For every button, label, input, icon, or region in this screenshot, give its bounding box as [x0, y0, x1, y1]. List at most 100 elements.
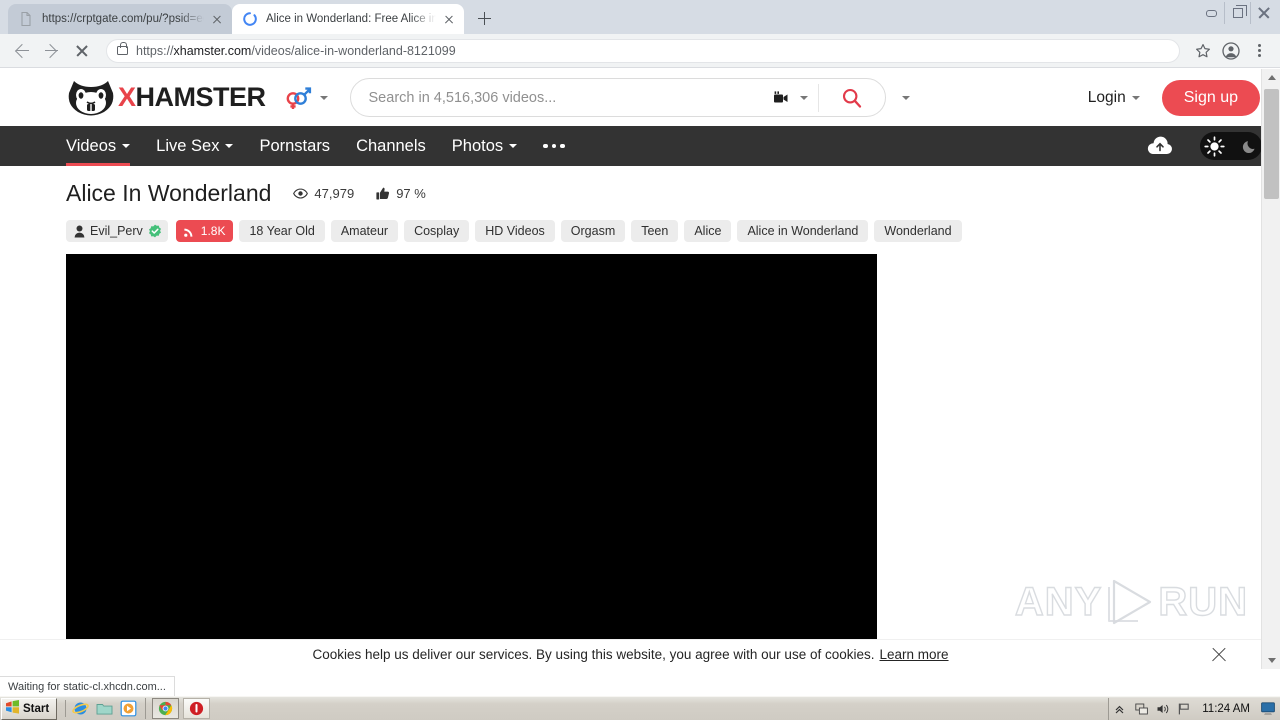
nav-item-pornstars[interactable]: Pornstars — [259, 126, 330, 166]
watermark-left-text: ANY — [1014, 579, 1103, 624]
search-icon — [842, 88, 861, 108]
browser-tab-2[interactable]: Alice in Wonderland: Free Alice in Wo — [232, 4, 464, 34]
close-button[interactable] — [1250, 2, 1276, 24]
internet-explorer-icon[interactable] — [72, 700, 90, 717]
search-box[interactable]: Search in 4,516,306 videos... — [349, 78, 886, 117]
search-submit-button[interactable] — [819, 87, 885, 109]
person-icon — [74, 225, 85, 238]
theme-toggle[interactable] — [1200, 132, 1262, 160]
nav-item-photos[interactable]: Photos — [451, 126, 518, 166]
page-title: Alice In Wonderland — [66, 180, 272, 206]
nav-label: Videos — [66, 136, 117, 155]
tag-chip[interactable]: Amateur — [330, 220, 399, 242]
brand-name: XHAMSTER — [118, 82, 266, 112]
tab-title: Alice in Wonderland: Free Alice in Wo — [266, 13, 436, 25]
chevron-down-icon[interactable] — [1131, 95, 1140, 100]
search-input[interactable]: Search in 4,516,306 videos... — [351, 90, 772, 106]
sun-icon[interactable] — [1204, 135, 1225, 157]
folder-icon[interactable] — [96, 700, 113, 717]
browser-toolbar: https://xhamster.com/videos/alice-in-won… — [0, 34, 1280, 68]
play-triangle-icon — [1104, 577, 1156, 627]
nav-label: Live Sex — [156, 136, 220, 155]
desktop-icon[interactable] — [1261, 701, 1275, 716]
hamster-logo-icon — [66, 77, 116, 119]
more-menu-icon[interactable] — [543, 126, 565, 166]
site-nav: Videos Live Sex Pornstars Channels Photo… — [0, 126, 1280, 166]
tag-chip[interactable]: Cosplay — [404, 220, 470, 242]
bookmark-star-icon[interactable] — [1190, 38, 1216, 64]
volume-icon[interactable] — [1156, 702, 1170, 716]
lock-icon — [117, 42, 128, 55]
scroll-up-button[interactable] — [1262, 69, 1280, 86]
start-button[interactable]: Start — [1, 697, 58, 720]
login-button[interactable]: Login — [1088, 89, 1126, 107]
uploader-chip[interactable]: Evil_Perv — [66, 220, 168, 242]
back-button[interactable] — [8, 37, 36, 65]
close-icon[interactable] — [440, 10, 458, 28]
flag-icon[interactable] — [1177, 702, 1191, 716]
cloud-upload-icon[interactable] — [1146, 136, 1174, 156]
account-area: Login Sign up — [1088, 79, 1260, 116]
rss-icon — [183, 225, 196, 237]
restore-button[interactable] — [1224, 2, 1250, 24]
chevron-down-icon[interactable] — [319, 95, 328, 100]
signup-button[interactable]: Sign up — [1161, 79, 1260, 116]
subscribe-button[interactable]: 1.8K — [175, 220, 234, 242]
profile-icon[interactable] — [1218, 38, 1244, 64]
video-player[interactable] — [66, 254, 877, 669]
url-text: https://xhamster.com/videos/alice-in-won… — [136, 43, 456, 58]
tag-chip[interactable]: HD Videos — [475, 220, 555, 242]
rating-value: 97 % — [396, 186, 426, 201]
close-icon[interactable] — [1211, 647, 1227, 663]
loading-spinner-icon — [242, 11, 258, 27]
minimize-button[interactable] — [1198, 2, 1224, 24]
scrollbar-thumb[interactable] — [1264, 89, 1279, 199]
tag-chip[interactable]: Wonderland — [874, 220, 962, 242]
close-icon[interactable] — [208, 10, 226, 28]
uploader-name: Evil_Perv — [90, 224, 143, 238]
chrome-menu-icon[interactable] — [1246, 38, 1272, 64]
taskbar-clock[interactable]: 11:24 AM — [1202, 703, 1250, 715]
video-camera-icon[interactable] — [772, 89, 792, 107]
new-tab-button[interactable] — [470, 4, 498, 32]
taskbar-task-list — [145, 698, 211, 719]
tag-chip[interactable]: Alice — [684, 220, 732, 242]
chevron-down-icon[interactable] — [799, 95, 808, 100]
recorder-taskbar-button[interactable] — [183, 698, 211, 719]
page-viewport: XHAMSTER Search in 4,516,306 videos... L… — [0, 69, 1280, 669]
nav-label: Photos — [451, 136, 504, 155]
stop-button[interactable] — [68, 37, 96, 65]
network-icon[interactable] — [1135, 702, 1149, 716]
scroll-down-button[interactable] — [1262, 652, 1280, 669]
quick-launch-bar — [65, 700, 137, 717]
page-scrollbar[interactable] — [1261, 69, 1280, 669]
tag-chip[interactable]: 18 Year Old — [239, 220, 325, 242]
learn-more-link[interactable]: Learn more — [879, 647, 948, 662]
nav-right-actions — [1146, 132, 1262, 160]
view-count: 47,979 — [293, 186, 354, 201]
browser-tab-strip: https://crptgate.com/pu/?psid=ed_ Alice … — [0, 0, 1280, 34]
chevron-down-icon — [122, 144, 131, 148]
media-player-icon[interactable] — [120, 700, 137, 717]
search-options-chevron-icon[interactable] — [901, 95, 910, 100]
nav-item-channels[interactable]: Channels — [356, 126, 426, 166]
video-page-content: Alice In Wonderland 47,979 97 % Evil_Per… — [0, 180, 1280, 242]
site-logo[interactable]: XHAMSTER — [66, 77, 266, 119]
moon-icon[interactable] — [1242, 138, 1258, 154]
chrome-taskbar-button[interactable] — [152, 698, 180, 719]
video-tags: Evil_Perv 1.8K 18 Year Old Amateur Cospl… — [66, 220, 1260, 242]
forward-button[interactable] — [38, 37, 66, 65]
start-label: Start — [23, 702, 50, 715]
tag-chip[interactable]: Orgasm — [560, 220, 626, 242]
address-bar[interactable]: https://xhamster.com/videos/alice-in-won… — [106, 38, 1180, 63]
eye-icon — [293, 188, 309, 199]
orientation-selector-icon[interactable] — [284, 85, 314, 111]
show-hidden-icons-icon[interactable] — [1114, 702, 1128, 716]
verified-badge-icon — [148, 224, 162, 238]
tag-chip[interactable]: Teen — [631, 220, 679, 242]
nav-item-live-sex[interactable]: Live Sex — [156, 126, 234, 166]
video-title-row: Alice In Wonderland 47,979 97 % — [66, 180, 1260, 207]
nav-item-videos[interactable]: Videos — [66, 126, 131, 166]
tag-chip[interactable]: Alice in Wonderland — [737, 220, 869, 242]
browser-tab-1[interactable]: https://crptgate.com/pu/?psid=ed_ — [8, 4, 232, 34]
